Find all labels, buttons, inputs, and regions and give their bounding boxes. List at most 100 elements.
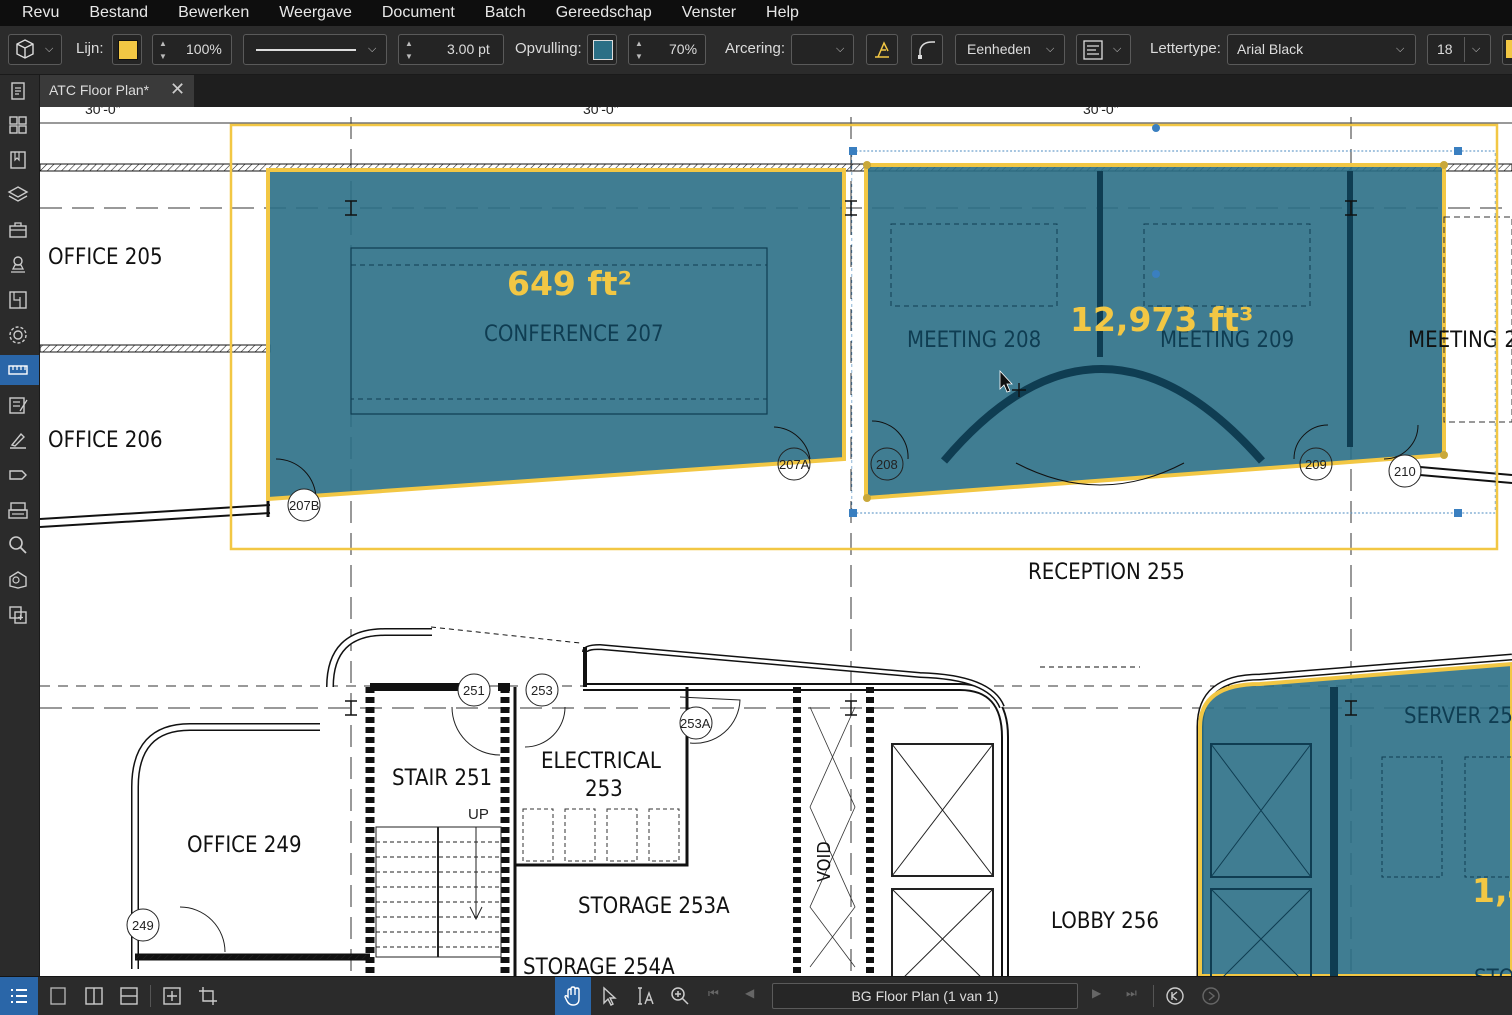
signature-icon[interactable] [7,429,29,451]
line-color-button[interactable] [112,34,142,65]
bookmarks-icon[interactable] [7,149,29,171]
crop-icon[interactable] [197,985,219,1007]
spin-up-icon[interactable]: ▲ [632,39,646,48]
room-label-conference-207: CONFERENCE 207 [484,322,664,347]
menu-bewerken[interactable]: Bewerken [163,0,264,26]
next-view-icon[interactable] [1200,985,1222,1007]
room-label-storage-254a: STORAGE 254A [523,955,675,976]
zoom-icon[interactable] [669,985,691,1007]
text-select-icon[interactable] [633,985,655,1007]
split-horizontal-icon[interactable] [118,985,140,1007]
line-style-dropdown[interactable]: ⌵ [243,34,387,65]
compare-icon[interactable] [7,604,29,626]
door-tag: 253 [531,683,553,698]
document-canvas[interactable]: .rm { font-family:"DejaVu Sans Condensed… [40,107,1512,976]
previous-page-icon[interactable]: ◀ [745,986,754,1000]
menu-venster[interactable]: Venster [667,0,751,26]
spin-down-icon[interactable]: ▼ [632,52,646,61]
door-tag: 208 [876,457,898,472]
properties-toolbar: ⌵ Lijn: ▲ ▼ 100% ⌵ ▲ ▼ 3.00 pt Opvulling… [0,26,1512,75]
text-color-button[interactable] [1502,34,1512,65]
server-measurement-label[interactable]: 1,4 [1472,871,1512,910]
text-color-swatch [1506,40,1512,58]
room-label-office-205: OFFICE 205 [48,245,163,270]
spin-up-icon[interactable]: ▲ [402,39,416,48]
layers-icon[interactable] [7,184,29,206]
fill-label: Opvulling: [515,40,582,57]
document-tab-label: ATC Floor Plan* [49,82,150,98]
spin-down-icon[interactable]: ▼ [402,52,416,61]
properties-dropdown[interactable]: ⌵ [8,34,62,65]
fill-opacity-value: 70% [669,41,698,57]
text-align-dropdown[interactable]: ⌵ [1076,34,1131,65]
menu-revu[interactable]: Revu [0,0,74,26]
chevron-down-icon: ⌵ [368,43,377,55]
next-page-icon[interactable]: ▶ [1092,986,1101,1000]
line-width-value: 3.00 pt [447,41,490,57]
select-arrow-icon[interactable] [598,985,620,1007]
pan-tool-button[interactable] [555,977,591,1015]
tag-icon[interactable] [7,464,29,486]
fill-opacity-field[interactable]: ▲ ▼ 70% [628,34,706,65]
menu-batch[interactable]: Batch [470,0,541,26]
font-size-dropdown[interactable]: 18 ⌵ [1427,34,1491,65]
hand-icon [564,986,580,1006]
divider [1153,985,1154,1007]
menu-weergave[interactable]: Weergave [264,0,367,26]
search-icon[interactable] [7,534,29,556]
markups-list-icon[interactable] [7,289,29,311]
area-measurement-label[interactable]: 649 ft² [507,264,632,303]
sync-icon[interactable] [161,985,183,1007]
hatch-dropdown[interactable]: ⌵ [791,34,854,65]
line-opacity-field[interactable]: ▲ ▼ 100% [152,34,232,65]
units-dropdown[interactable]: Eenheden ⌵ [955,34,1065,65]
document-tab[interactable]: ATC Floor Plan* ✕ [40,75,194,107]
close-icon[interactable]: ✕ [170,79,185,100]
last-page-icon[interactable]: ⏭ [1126,986,1137,1001]
door-tag: 251 [463,683,485,698]
form-fields-icon[interactable] [7,394,29,416]
volume-measurement-label[interactable]: 12,973 ft³ [1070,300,1253,339]
arc-tool-button[interactable] [911,34,943,65]
menu-document[interactable]: Document [367,0,470,26]
room-label-electrical: ELECTRICAL [541,749,661,774]
calibrate-button[interactable] [866,34,898,65]
room-label-meeting-208: MEETING 208 [907,328,1041,353]
menu-bestand[interactable]: Bestand [74,0,163,26]
menu-help[interactable]: Help [751,0,814,26]
door-tag: 210 [1394,464,1416,479]
stair-251 [375,826,502,958]
split-vertical-icon[interactable] [83,985,105,1007]
font-dropdown[interactable]: Arial Black ⌵ [1227,34,1416,65]
font-size-value: 18 [1437,41,1453,57]
thumbnails-icon[interactable] [7,80,29,102]
spin-down-icon[interactable]: ▼ [156,52,170,61]
settings-icon[interactable] [7,324,29,346]
single-page-icon[interactable] [47,985,69,1007]
toolchest-icon[interactable] [7,219,29,241]
dimension-strip: 30'-0" 30'-0" 30'-0" [40,107,1512,124]
grid-view-icon[interactable] [7,114,29,136]
stamp-icon[interactable] [7,254,29,276]
menu-gereedschap[interactable]: Gereedschap [541,0,667,26]
sets-icon[interactable] [7,499,29,521]
elevator-shafts [891,743,994,976]
fill-color-button[interactable] [587,34,617,65]
page-navigation-field[interactable]: BG Floor Plan (1 van 1) [772,983,1078,1009]
previous-view-icon[interactable] [1164,985,1186,1007]
room-label-server: SERVER 25 [1404,704,1512,729]
hatch-label: Arcering: [725,40,786,57]
floor-plan-drawing[interactable]: .rm { font-family:"DejaVu Sans Condensed… [40,107,1512,976]
line-width-field[interactable]: ▲ ▼ 3.00 pt [398,34,504,65]
measurements-tab[interactable] [0,355,39,385]
panel-list-toggle[interactable] [0,977,38,1015]
first-page-icon[interactable]: ⏮ [708,986,719,1001]
chevron-down-icon: ⌵ [1472,43,1481,55]
chevron-down-icon: ⌵ [1046,43,1055,55]
spaces-icon[interactable] [7,569,29,591]
door-tag: 207B [289,498,319,513]
divider [150,985,151,1007]
spin-up-icon[interactable]: ▲ [156,39,170,48]
cube-icon [16,39,34,59]
room-label-void: VOID [814,841,835,882]
